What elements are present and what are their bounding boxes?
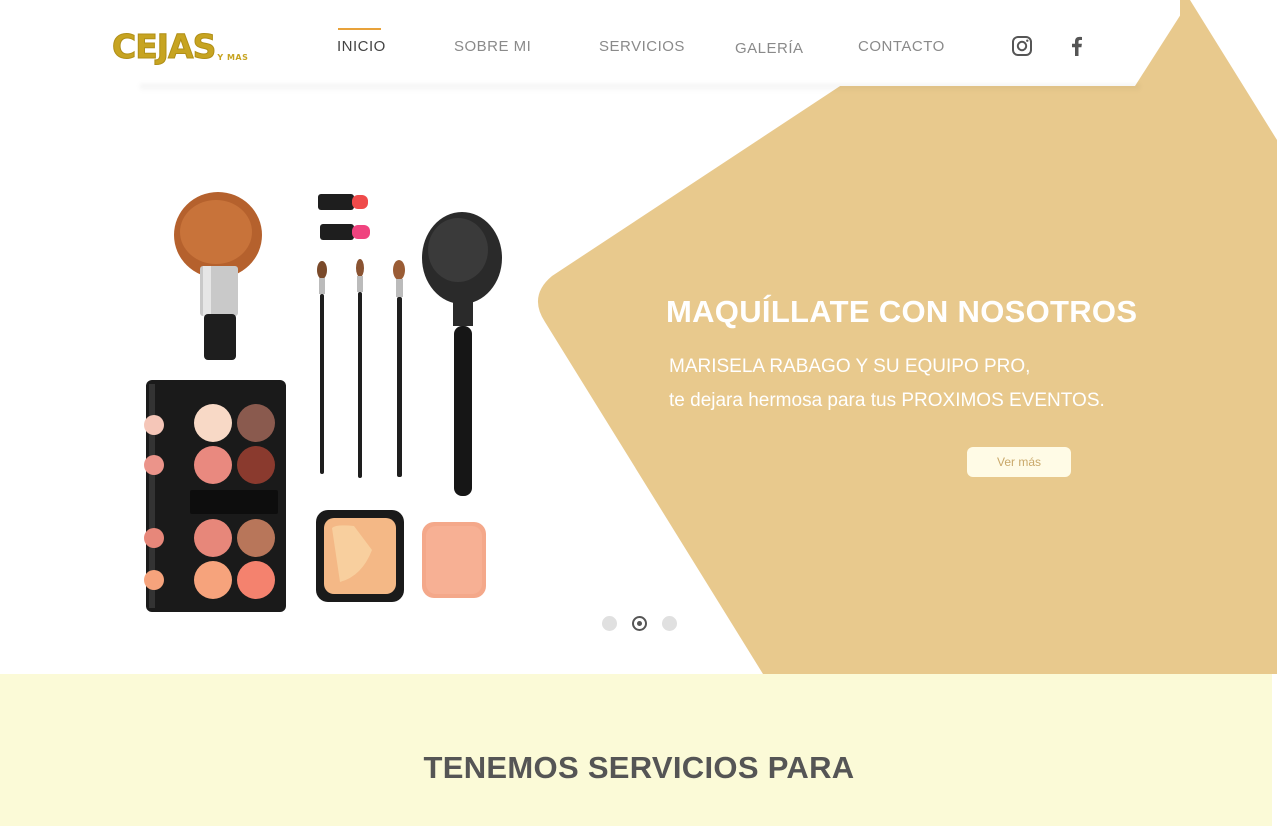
slider-dot-1[interactable] <box>602 616 617 631</box>
makeup-products-image <box>144 192 502 612</box>
blush-brush-icon <box>422 212 502 496</box>
nav-active-indicator <box>338 28 381 30</box>
nav-item-galeria[interactable]: GALERÍA <box>735 40 804 57</box>
lipstick-icon <box>318 194 370 240</box>
logo-text: CEJAS <box>111 27 216 66</box>
sponge-icon <box>422 522 486 598</box>
powder-brush-icon <box>174 192 262 360</box>
slider-dot-2-active[interactable] <box>632 616 647 631</box>
instagram-icon[interactable] <box>1010 34 1034 58</box>
slider-dot-3[interactable] <box>662 616 677 631</box>
nav-item-servicios[interactable]: SERVICIOS <box>599 38 685 55</box>
site-logo[interactable]: CEJAS Y MAS <box>111 27 249 66</box>
ver-mas-button[interactable]: Ver más <box>967 447 1071 477</box>
header-shadow <box>140 84 1140 92</box>
nav-item-contacto[interactable]: CONTACTO <box>858 38 945 55</box>
eye-brushes-icon <box>317 259 405 478</box>
nav-item-inicio[interactable]: INICIO <box>337 38 386 55</box>
eyeshadow-palette-icon <box>144 380 286 612</box>
logo-subtext: Y MAS <box>217 53 249 62</box>
facebook-icon[interactable] <box>1065 34 1089 58</box>
site-header: CEJAS Y MAS INICIO SOBRE MI SERVICIOS GA… <box>0 0 1277 92</box>
hero-subtitle-line-2: te dejara hermosa para tus PROXIMOS EVEN… <box>669 390 1105 411</box>
compact-powder-icon <box>316 510 404 602</box>
services-title: TENEMOS SERVICIOS PARA <box>423 750 855 785</box>
nav-item-sobre-mi[interactable]: SOBRE MI <box>454 38 531 55</box>
hero-title: MAQUÍLLATE CON NOSOTROS <box>666 294 1138 329</box>
hero-subtitle-line-1: MARISELA RABAGO Y SU EQUIPO PRO, <box>669 356 1031 377</box>
services-section: TENEMOS SERVICIOS PARA <box>0 674 1272 826</box>
